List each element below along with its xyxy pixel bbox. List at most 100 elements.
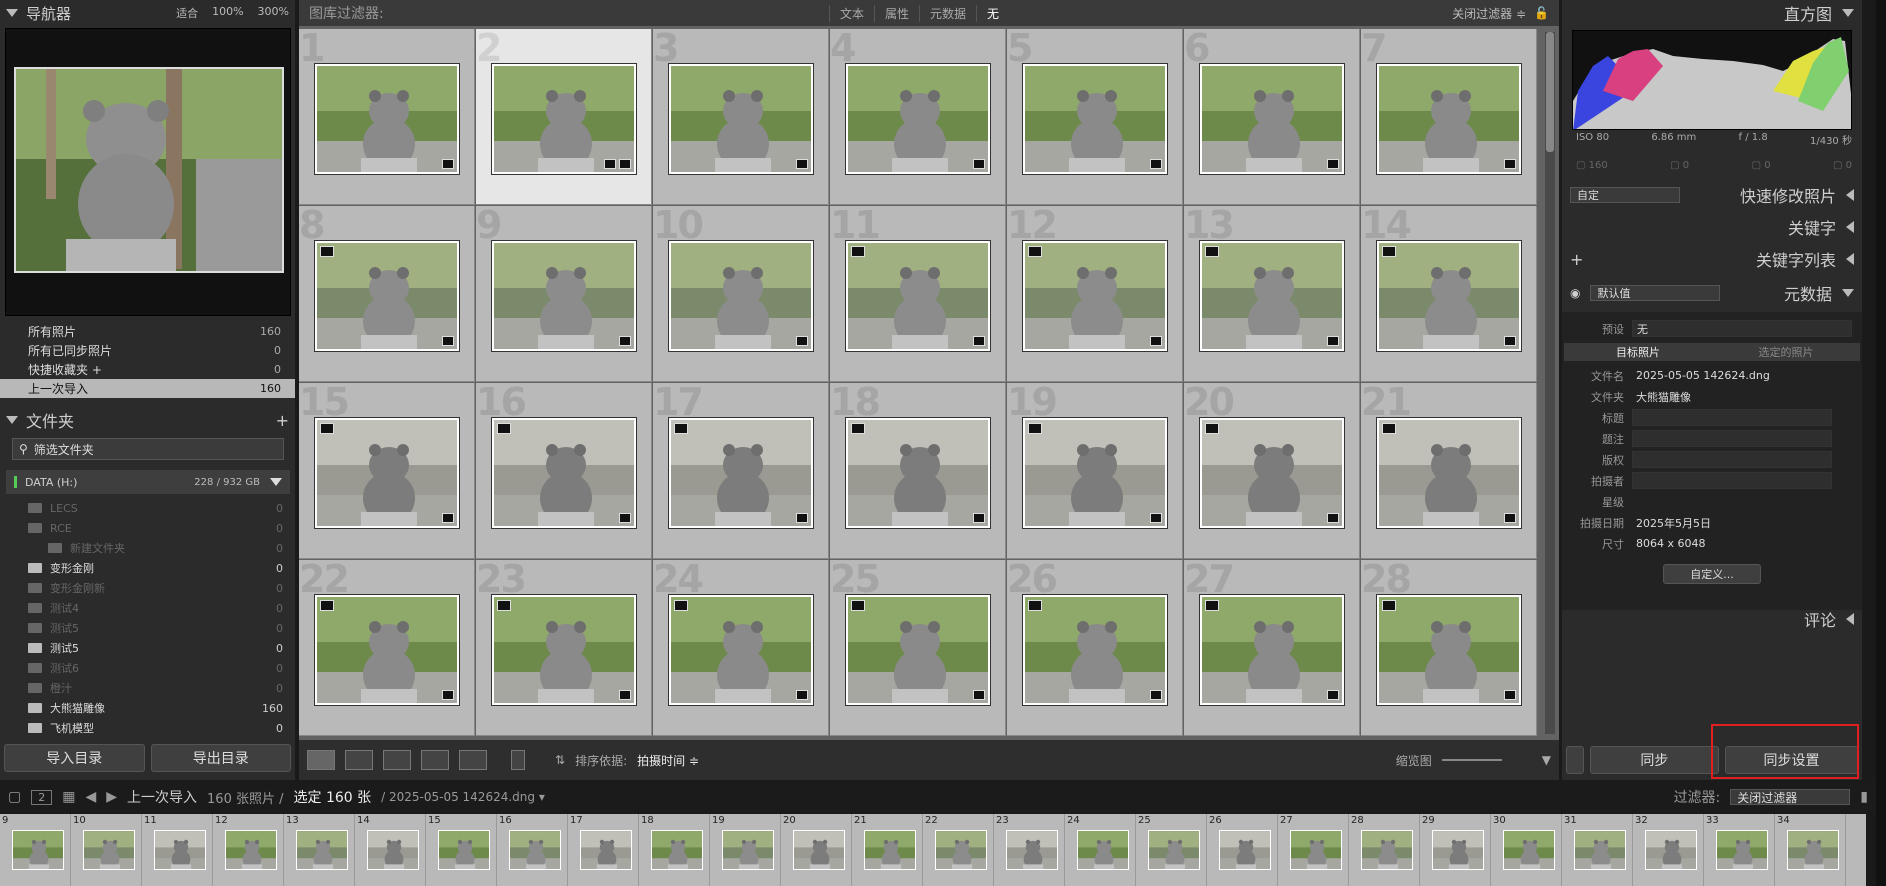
filmstrip-thumbnail[interactable] (1503, 830, 1555, 870)
filmstrip-cell[interactable]: 28 (1349, 814, 1420, 886)
metadata-value[interactable] (1632, 493, 1832, 510)
metadata-badge-icon[interactable] (1504, 159, 1516, 169)
photo-thumbnail[interactable] (492, 241, 636, 351)
metadata-badge-icon[interactable] (1327, 336, 1339, 346)
photo-thumbnail[interactable] (669, 64, 813, 174)
photo-thumbnail[interactable] (669, 241, 813, 351)
metadata-value[interactable]: 8064 x 6048 (1632, 535, 1832, 552)
metadata-badge-icon[interactable] (1504, 513, 1516, 523)
metadata-badge-icon[interactable] (442, 513, 454, 523)
filmstrip-thumbnail[interactable] (1574, 830, 1626, 870)
photo-thumbnail[interactable] (846, 64, 990, 174)
folder-item[interactable]: 大熊猫雕像 160 (0, 698, 295, 718)
photo-thumbnail[interactable] (1377, 241, 1521, 351)
photo-thumbnail[interactable] (1200, 595, 1344, 705)
filmstrip-cell[interactable]: 23 (994, 814, 1065, 886)
filmstrip-cell[interactable]: 22 (923, 814, 994, 886)
histogram-header[interactable]: 直方图 (1562, 0, 1862, 26)
filmstrip-cell[interactable]: 20 (781, 814, 852, 886)
photo-thumbnail[interactable] (669, 418, 813, 528)
secondary-window-icon[interactable]: ▢ (8, 789, 21, 805)
grid-cell[interactable]: 21 (1361, 383, 1537, 559)
filmstrip-cell[interactable]: 11 (142, 814, 213, 886)
folder-item[interactable]: 橙汁 0 (0, 678, 295, 698)
quick-develop-header[interactable]: 自定 快速修改照片 (1562, 182, 1862, 208)
photo-thumbnail[interactable] (1023, 418, 1167, 528)
photo-thumbnail[interactable] (492, 418, 636, 528)
filmstrip-thumbnail[interactable] (225, 830, 277, 870)
metadata-badge-icon[interactable] (1150, 336, 1162, 346)
filmstrip-thumbnail[interactable] (793, 830, 845, 870)
grid-cell[interactable]: 3 (653, 29, 829, 205)
grid-cell[interactable]: 2 (476, 29, 652, 205)
grid-cell[interactable]: 9 (476, 206, 652, 382)
folder-item[interactable]: 测试6 0 (0, 658, 295, 678)
navigator-header[interactable]: 导航器 适合 100% 300% (0, 0, 295, 26)
back-arrow-icon[interactable]: ◀ (85, 789, 96, 805)
grid-cell[interactable]: 26 (1007, 560, 1183, 736)
photo-thumbnail[interactable] (1377, 418, 1521, 528)
filter-tab-text[interactable]: 文本 (829, 4, 874, 22)
source-label[interactable]: 上一次导入 (127, 787, 197, 807)
grid-cell[interactable]: 27 (1184, 560, 1360, 736)
photo-thumbnail[interactable] (315, 595, 459, 705)
metadata-badge-icon[interactable] (796, 690, 808, 700)
metadata-badge-icon[interactable] (973, 513, 985, 523)
grid-cell[interactable]: 15 (299, 383, 475, 559)
grid-cell[interactable]: 28 (1361, 560, 1537, 736)
grid-cell[interactable]: 13 (1184, 206, 1360, 382)
lock-icon[interactable]: ▮ (1860, 789, 1868, 805)
histogram-chart[interactable] (1572, 30, 1852, 130)
folder-item[interactable]: 测试5 0 (0, 638, 295, 658)
volume-row[interactable]: DATA (H:) 228 / 932 GB (6, 470, 290, 494)
photo-thumbnail[interactable] (1023, 64, 1167, 174)
photo-thumbnail[interactable] (1200, 241, 1344, 351)
folder-item[interactable]: 变形金刚新 0 (0, 578, 295, 598)
grid-cell[interactable]: 5 (1007, 29, 1183, 205)
filmstrip-thumbnail[interactable] (1148, 830, 1200, 870)
grid-cell[interactable]: 14 (1361, 206, 1537, 382)
metadata-value[interactable]: 大熊猫雕像 (1632, 388, 1832, 405)
thumbnail-size-slider[interactable] (1441, 759, 1502, 761)
filmstrip-thumbnail[interactable] (1006, 830, 1058, 870)
sync-toggle-switch[interactable] (1566, 746, 1584, 774)
filmstrip-thumbnail[interactable] (864, 830, 916, 870)
filmstrip-thumbnail[interactable] (154, 830, 206, 870)
grid-cell[interactable]: 24 (653, 560, 829, 736)
metadata-value[interactable]: 2025年5月5日 (1632, 514, 1832, 531)
filmstrip-thumbnail[interactable] (12, 830, 64, 870)
spray-can-icon[interactable] (511, 750, 525, 770)
photo-thumbnail[interactable] (492, 595, 636, 705)
metadata-badge-icon[interactable] (973, 690, 985, 700)
filmstrip-thumbnail[interactable] (1787, 830, 1839, 870)
people-view-icon[interactable] (459, 750, 487, 770)
page-number[interactable]: 2 (31, 789, 53, 805)
filmstrip-cell[interactable]: 25 (1136, 814, 1207, 886)
grid-cell[interactable]: 25 (830, 560, 1006, 736)
export-catalog-button[interactable]: 导出目录 (150, 744, 291, 772)
photo-thumbnail[interactable] (846, 595, 990, 705)
metadata-badge-icon[interactable] (796, 159, 808, 169)
grid-cell[interactable]: 23 (476, 560, 652, 736)
metadata-badge-icon[interactable] (619, 513, 631, 523)
metadata-header[interactable]: ◉ 默认值 元数据 (1562, 280, 1862, 306)
scrollbar-thumb[interactable] (1546, 32, 1554, 152)
photo-thumbnail[interactable] (1377, 595, 1521, 705)
metadata-badge-icon[interactable] (619, 336, 631, 346)
filter-tab-none[interactable]: 无 (976, 4, 1009, 22)
metadata-badge-icon[interactable] (1327, 513, 1339, 523)
filmstrip-cell[interactable]: 26 (1207, 814, 1278, 886)
filmstrip-thumbnail[interactable] (1219, 830, 1271, 870)
filmstrip-cell[interactable]: 10 (71, 814, 142, 886)
grid-cell[interactable]: 6 (1184, 29, 1360, 205)
photo-thumbnail[interactable] (669, 595, 813, 705)
filmstrip-thumbnail[interactable] (296, 830, 348, 870)
tab-target-photo[interactable]: 目标照片 (1564, 344, 1712, 360)
filmstrip-cell[interactable]: 21 (852, 814, 923, 886)
current-file[interactable]: / 2025-05-05 142624.dng ▾ (381, 790, 545, 804)
grid-cell[interactable]: 17 (653, 383, 829, 559)
photo-thumbnail[interactable] (1200, 64, 1344, 174)
grid-cell[interactable]: 10 (653, 206, 829, 382)
sort-direction-icon[interactable]: ⇅ (555, 753, 565, 767)
filter-dropdown[interactable]: 关闭过滤器 (1730, 789, 1851, 805)
